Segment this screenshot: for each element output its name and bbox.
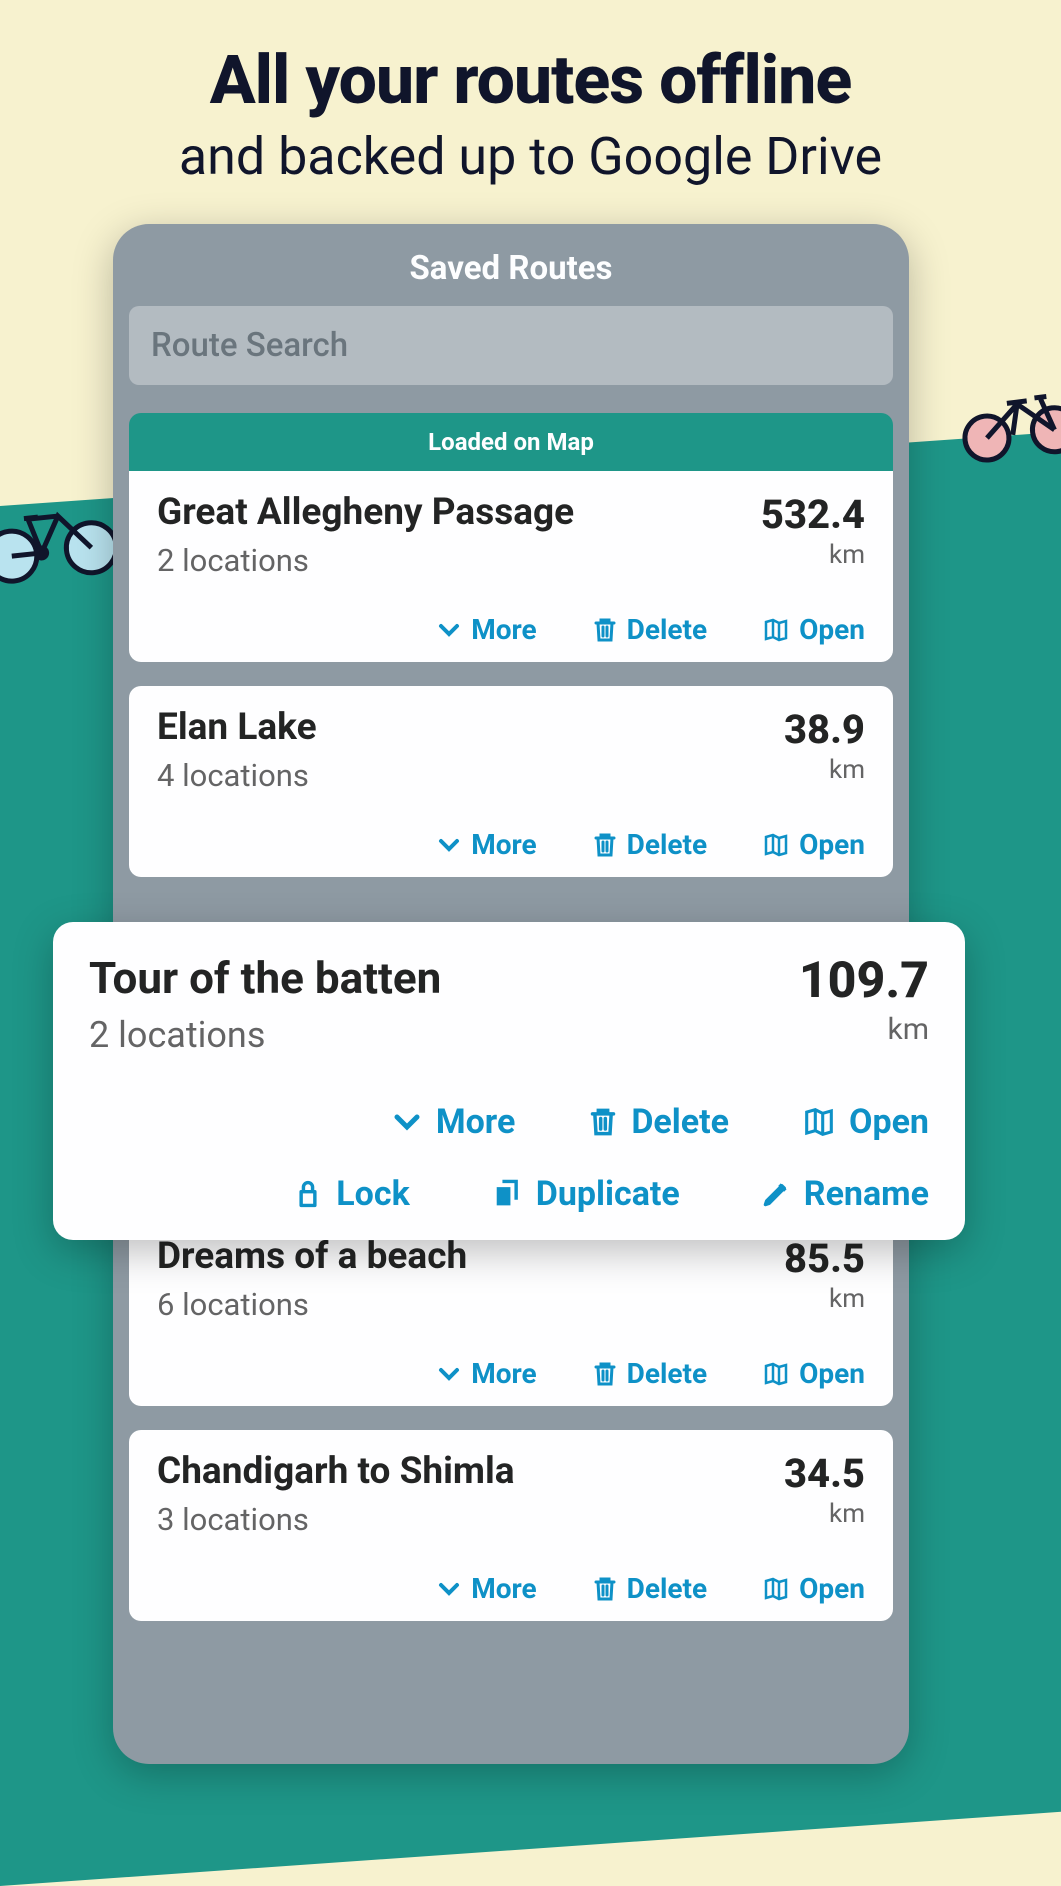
- more-button[interactable]: More: [437, 1357, 536, 1390]
- route-locations: 4 locations: [157, 757, 317, 794]
- bicycle-icon: [955, 373, 1061, 467]
- delete-button[interactable]: Delete: [593, 1572, 707, 1605]
- chevron-down-icon: [437, 1362, 461, 1386]
- chevron-down-icon: [437, 1577, 461, 1601]
- delete-label: Delete: [627, 613, 707, 646]
- open-label: Open: [799, 1357, 865, 1390]
- delete-label: Delete: [627, 828, 707, 861]
- route-distance: 532.4: [761, 491, 865, 538]
- more-label: More: [436, 1102, 515, 1142]
- route-card: Elan Lake 4 locations 38.9 km More Delet…: [129, 686, 893, 877]
- route-name: Chandigarh to Shimla: [157, 1450, 515, 1493]
- rename-button[interactable]: Rename: [762, 1174, 929, 1214]
- delete-button[interactable]: Delete: [589, 1102, 729, 1142]
- more-button[interactable]: More: [392, 1102, 515, 1142]
- headline: All your routes offline and backed up to…: [0, 0, 1061, 187]
- open-label: Open: [849, 1102, 929, 1142]
- map-icon: [763, 832, 789, 858]
- lock-label: Lock: [336, 1174, 409, 1214]
- route-name: Dreams of a beach: [157, 1235, 467, 1278]
- open-button[interactable]: Open: [763, 828, 865, 861]
- more-label: More: [471, 828, 536, 861]
- map-icon: [763, 1576, 789, 1602]
- route-unit: km: [784, 1499, 865, 1529]
- route-distance: 85.5: [784, 1235, 865, 1282]
- route-unit: km: [784, 755, 865, 785]
- route-distance: 34.5: [784, 1450, 865, 1497]
- route-locations: 3 locations: [157, 1501, 515, 1538]
- more-label: More: [471, 1572, 536, 1605]
- trash-icon: [593, 617, 617, 643]
- delete-label: Delete: [627, 1357, 707, 1390]
- route-unit: km: [799, 1012, 929, 1047]
- route-card: Chandigarh to Shimla 3 locations 34.5 km…: [129, 1430, 893, 1621]
- open-label: Open: [799, 613, 865, 646]
- rename-label: Rename: [804, 1174, 929, 1214]
- trash-icon: [593, 1361, 617, 1387]
- delete-button[interactable]: Delete: [593, 828, 707, 861]
- more-label: More: [471, 613, 536, 646]
- lock-button[interactable]: Lock: [294, 1174, 409, 1214]
- chevron-down-icon: [437, 833, 461, 857]
- route-unit: km: [761, 540, 865, 570]
- delete-label: Delete: [627, 1572, 707, 1605]
- delete-label: Delete: [631, 1102, 729, 1142]
- route-name: Great Allegheny Passage: [157, 491, 574, 534]
- chevron-down-icon: [437, 618, 461, 642]
- lock-icon: [294, 1178, 322, 1210]
- headline-sub: and backed up to Google Drive: [0, 126, 1061, 187]
- route-card: Great Allegheny Passage 2 locations 532.…: [129, 471, 893, 662]
- more-button[interactable]: More: [437, 828, 536, 861]
- map-icon: [763, 617, 789, 643]
- trash-icon: [593, 832, 617, 858]
- route-name: Elan Lake: [157, 706, 317, 749]
- more-button[interactable]: More: [437, 613, 536, 646]
- open-button[interactable]: Open: [763, 1357, 865, 1390]
- open-button[interactable]: Open: [803, 1102, 929, 1142]
- open-button[interactable]: Open: [763, 1572, 865, 1605]
- open-label: Open: [799, 828, 865, 861]
- trash-icon: [589, 1106, 617, 1138]
- route-card-expanded: Tour of the batten 2 locations 109.7 km …: [53, 922, 965, 1240]
- route-name: Tour of the batten: [89, 952, 441, 1004]
- route-locations: 6 locations: [157, 1286, 467, 1323]
- route-unit: km: [784, 1284, 865, 1314]
- search-input[interactable]: Route Search: [129, 306, 893, 385]
- route-distance: 38.9: [784, 706, 865, 753]
- open-button[interactable]: Open: [763, 613, 865, 646]
- chevron-down-icon: [392, 1107, 422, 1137]
- delete-button[interactable]: Delete: [593, 613, 707, 646]
- duplicate-label: Duplicate: [536, 1174, 680, 1214]
- route-card: Dreams of a beach 6 locations 85.5 km Mo…: [129, 1215, 893, 1406]
- route-locations: 2 locations: [89, 1014, 441, 1056]
- delete-button[interactable]: Delete: [593, 1357, 707, 1390]
- route-locations: 2 locations: [157, 542, 574, 579]
- duplicate-button[interactable]: Duplicate: [492, 1174, 680, 1214]
- bicycle-icon: [0, 485, 124, 589]
- pencil-icon: [762, 1180, 790, 1208]
- route-distance: 109.7: [799, 952, 929, 1010]
- loaded-banner: Loaded on Map: [129, 413, 893, 471]
- map-icon: [803, 1106, 835, 1138]
- duplicate-icon: [492, 1178, 522, 1210]
- more-button[interactable]: More: [437, 1572, 536, 1605]
- more-label: More: [471, 1357, 536, 1390]
- headline-bold: All your routes offline: [0, 40, 1061, 120]
- open-label: Open: [799, 1572, 865, 1605]
- map-icon: [763, 1361, 789, 1387]
- trash-icon: [593, 1576, 617, 1602]
- phone-title: Saved Routes: [129, 224, 893, 306]
